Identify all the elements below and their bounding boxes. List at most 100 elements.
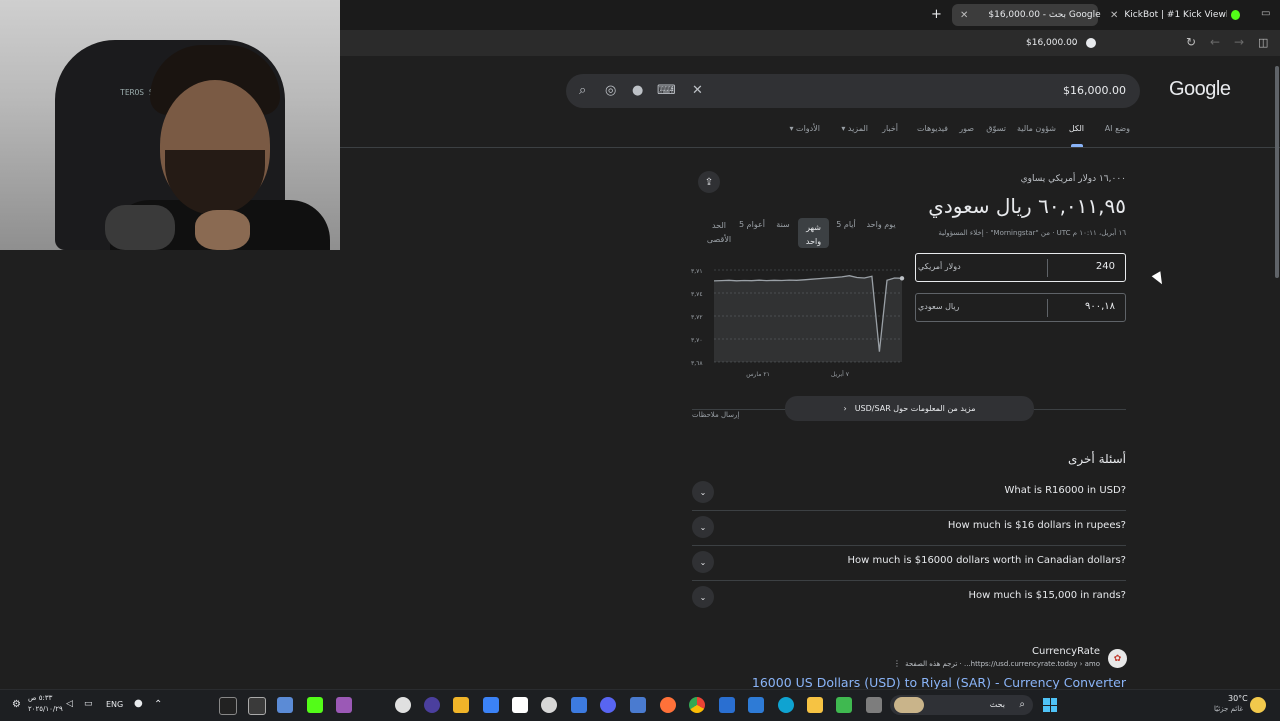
clear-icon[interactable]: ✕ bbox=[692, 83, 703, 98]
tab-shopping[interactable]: تسوّق bbox=[986, 124, 1006, 133]
rockstar-icon[interactable] bbox=[453, 697, 469, 713]
tab-all[interactable]: الكل bbox=[1069, 124, 1084, 133]
firefox-icon[interactable] bbox=[660, 697, 676, 713]
range-1d[interactable]: يوم واحد bbox=[866, 220, 896, 229]
google-logo[interactable]: Google bbox=[1169, 78, 1231, 101]
app-icon[interactable] bbox=[541, 697, 557, 713]
close-icon[interactable]: ✕ bbox=[960, 10, 968, 21]
app-icon[interactable] bbox=[277, 697, 293, 713]
microphone-icon[interactable]: ● bbox=[632, 83, 643, 98]
forward-icon[interactable]: → bbox=[1234, 35, 1244, 49]
divider bbox=[340, 147, 1280, 148]
paa-item[interactable]: What is R16000 in USD? ⌄ bbox=[692, 475, 1126, 511]
x-tick-label: ٢١ مارس bbox=[746, 371, 770, 378]
chevron-up-icon[interactable]: ⌃ bbox=[154, 699, 162, 710]
to-amount-value[interactable]: ٩٠٠,١٨ bbox=[1085, 301, 1115, 312]
search-icon[interactable]: ⌕ bbox=[579, 83, 586, 98]
x-tick-label: ٧ أبريل bbox=[831, 370, 850, 378]
app-icon[interactable] bbox=[836, 697, 852, 713]
clock-time[interactable]: ٥:٣٣ ص bbox=[28, 694, 52, 702]
paa-item[interactable]: How much is $16000 dollars worth in Cana… bbox=[692, 545, 1126, 581]
from-amount-value[interactable]: 240 bbox=[1096, 261, 1115, 272]
paa-item[interactable]: How much is $16 dollars in rupees? ⌄ bbox=[692, 510, 1126, 546]
sidebar-icon[interactable]: ◫ bbox=[1258, 36, 1268, 49]
epic-games-icon[interactable] bbox=[219, 697, 237, 715]
windows-start-button[interactable] bbox=[1043, 698, 1057, 712]
search-icon: ⌕ bbox=[1019, 699, 1025, 710]
from-amount-field[interactable]: دولار أمريكي 240 bbox=[915, 253, 1126, 282]
app-icon[interactable] bbox=[424, 697, 440, 713]
tab-title: KickBot | #1 Kick Viewbot, Cha bbox=[1124, 10, 1226, 20]
notes-icon[interactable] bbox=[571, 697, 587, 713]
app-icon[interactable] bbox=[748, 697, 764, 713]
app-icon[interactable] bbox=[866, 697, 882, 713]
edge-icon[interactable] bbox=[778, 697, 794, 713]
tab-finance[interactable]: شؤون مالية bbox=[1017, 124, 1056, 133]
search-nav-tabs: وضع AI الكل شؤون مالية تسوّق صور فيديوها… bbox=[780, 124, 1130, 144]
microphone-icon[interactable]: ● bbox=[134, 698, 143, 709]
reload-icon[interactable]: ↻ bbox=[1186, 35, 1196, 49]
kick-icon[interactable] bbox=[307, 697, 323, 713]
chrome-icon[interactable] bbox=[689, 697, 705, 713]
new-tab-button[interactable]: + bbox=[931, 7, 942, 22]
volume-icon[interactable]: ◁ bbox=[66, 699, 73, 709]
more-info-button[interactable]: مزيد من المعلومات حول USD/SAR ‹ bbox=[785, 396, 1034, 421]
chevron-down-icon[interactable]: ⌄ bbox=[692, 481, 714, 503]
microphone bbox=[105, 205, 175, 250]
taskbar-search[interactable]: بحث ⌕ bbox=[890, 695, 1033, 715]
tab-ai-mode[interactable]: وضع AI bbox=[1105, 124, 1130, 133]
tab-more[interactable]: المزيد ▾ bbox=[841, 124, 868, 133]
result-title-link[interactable]: 16000 US Dollars (USD) to Riyal (SAR) - … bbox=[752, 675, 1126, 690]
file-explorer-icon[interactable] bbox=[807, 697, 823, 713]
from-currency-select[interactable]: دولار أمريكي bbox=[918, 262, 961, 271]
more-options-icon[interactable]: ⋮ bbox=[893, 659, 901, 668]
tab-tools[interactable]: الأدوات ▾ bbox=[789, 124, 820, 133]
tab-videos[interactable]: فيديوهات bbox=[917, 124, 948, 133]
feedback-link[interactable]: إرسال ملاحظات bbox=[692, 411, 739, 419]
lens-icon[interactable]: ◎ bbox=[605, 83, 616, 98]
clock-date[interactable]: ٢٠٢٥/١٠/٢٩ bbox=[28, 705, 63, 713]
chevron-down-icon[interactable]: ⌄ bbox=[692, 516, 714, 538]
app-icon[interactable] bbox=[248, 697, 266, 715]
result-source[interactable]: CurrencyRate bbox=[1032, 646, 1100, 657]
share-button[interactable]: ⇪ bbox=[698, 171, 720, 193]
to-amount-field[interactable]: ريال سعودي ٩٠٠,١٨ bbox=[915, 293, 1126, 322]
close-icon[interactable]: ✕ bbox=[1110, 10, 1118, 21]
search-box[interactable]: ⌕ ◎ ● ⌨ ✕ $16,000.00 bbox=[566, 74, 1140, 108]
network-icon[interactable]: ▭ bbox=[84, 699, 93, 709]
discord-icon[interactable] bbox=[600, 697, 616, 713]
range-5d[interactable]: 5 أيام bbox=[835, 220, 857, 229]
to-currency-select[interactable]: ريال سعودي bbox=[918, 302, 959, 311]
range-max[interactable]: الحد الأقصى bbox=[706, 219, 732, 247]
app-icon[interactable] bbox=[630, 697, 646, 713]
gear-icon[interactable]: ⚙ bbox=[12, 699, 21, 710]
steam-icon[interactable] bbox=[395, 697, 411, 713]
tab-google-search[interactable]: ✕ $16,000.00 - بحث Google bbox=[952, 4, 1101, 26]
weather-desc: غائم جزئيًا bbox=[1214, 705, 1244, 713]
tab-images[interactable]: صور bbox=[959, 124, 974, 133]
tab-kickbot[interactable]: ✕ KickBot | #1 Kick Viewbot, Cha bbox=[1102, 4, 1248, 26]
tab-search-icon[interactable]: ▭ bbox=[1261, 8, 1270, 19]
weather-icon[interactable] bbox=[1250, 697, 1266, 713]
app-icon[interactable] bbox=[336, 697, 352, 713]
chevron-down-icon[interactable]: ⌄ bbox=[692, 551, 714, 573]
language-indicator[interactable]: ENG bbox=[106, 700, 123, 709]
keyboard-icon[interactable]: ⌨ bbox=[657, 83, 676, 98]
divider bbox=[1047, 299, 1048, 317]
tab-news[interactable]: أخبار bbox=[882, 124, 898, 133]
capcut-icon[interactable] bbox=[512, 697, 528, 713]
range-1m[interactable]: شهر واحد bbox=[798, 218, 829, 248]
search-input[interactable]: $16,000.00 bbox=[1063, 84, 1126, 97]
y-tick-label: ٣,٧١ bbox=[691, 268, 703, 275]
app-icon[interactable] bbox=[483, 697, 499, 713]
result-url[interactable]: https://usd.currencyrate.today › amo... … bbox=[905, 660, 1100, 668]
scrollbar[interactable] bbox=[1275, 66, 1279, 278]
mail-icon[interactable] bbox=[719, 697, 735, 713]
range-5y[interactable]: 5 أعوام bbox=[738, 220, 766, 229]
back-icon[interactable]: ← bbox=[1210, 35, 1220, 49]
range-1y[interactable]: سنة bbox=[774, 220, 792, 229]
url-text[interactable]: $16,000.00 bbox=[1026, 38, 1078, 48]
kick-icon bbox=[1230, 10, 1240, 20]
chevron-down-icon[interactable]: ⌄ bbox=[692, 586, 714, 608]
paa-item[interactable]: How much is $15,000 in rands? ⌄ bbox=[692, 580, 1126, 615]
